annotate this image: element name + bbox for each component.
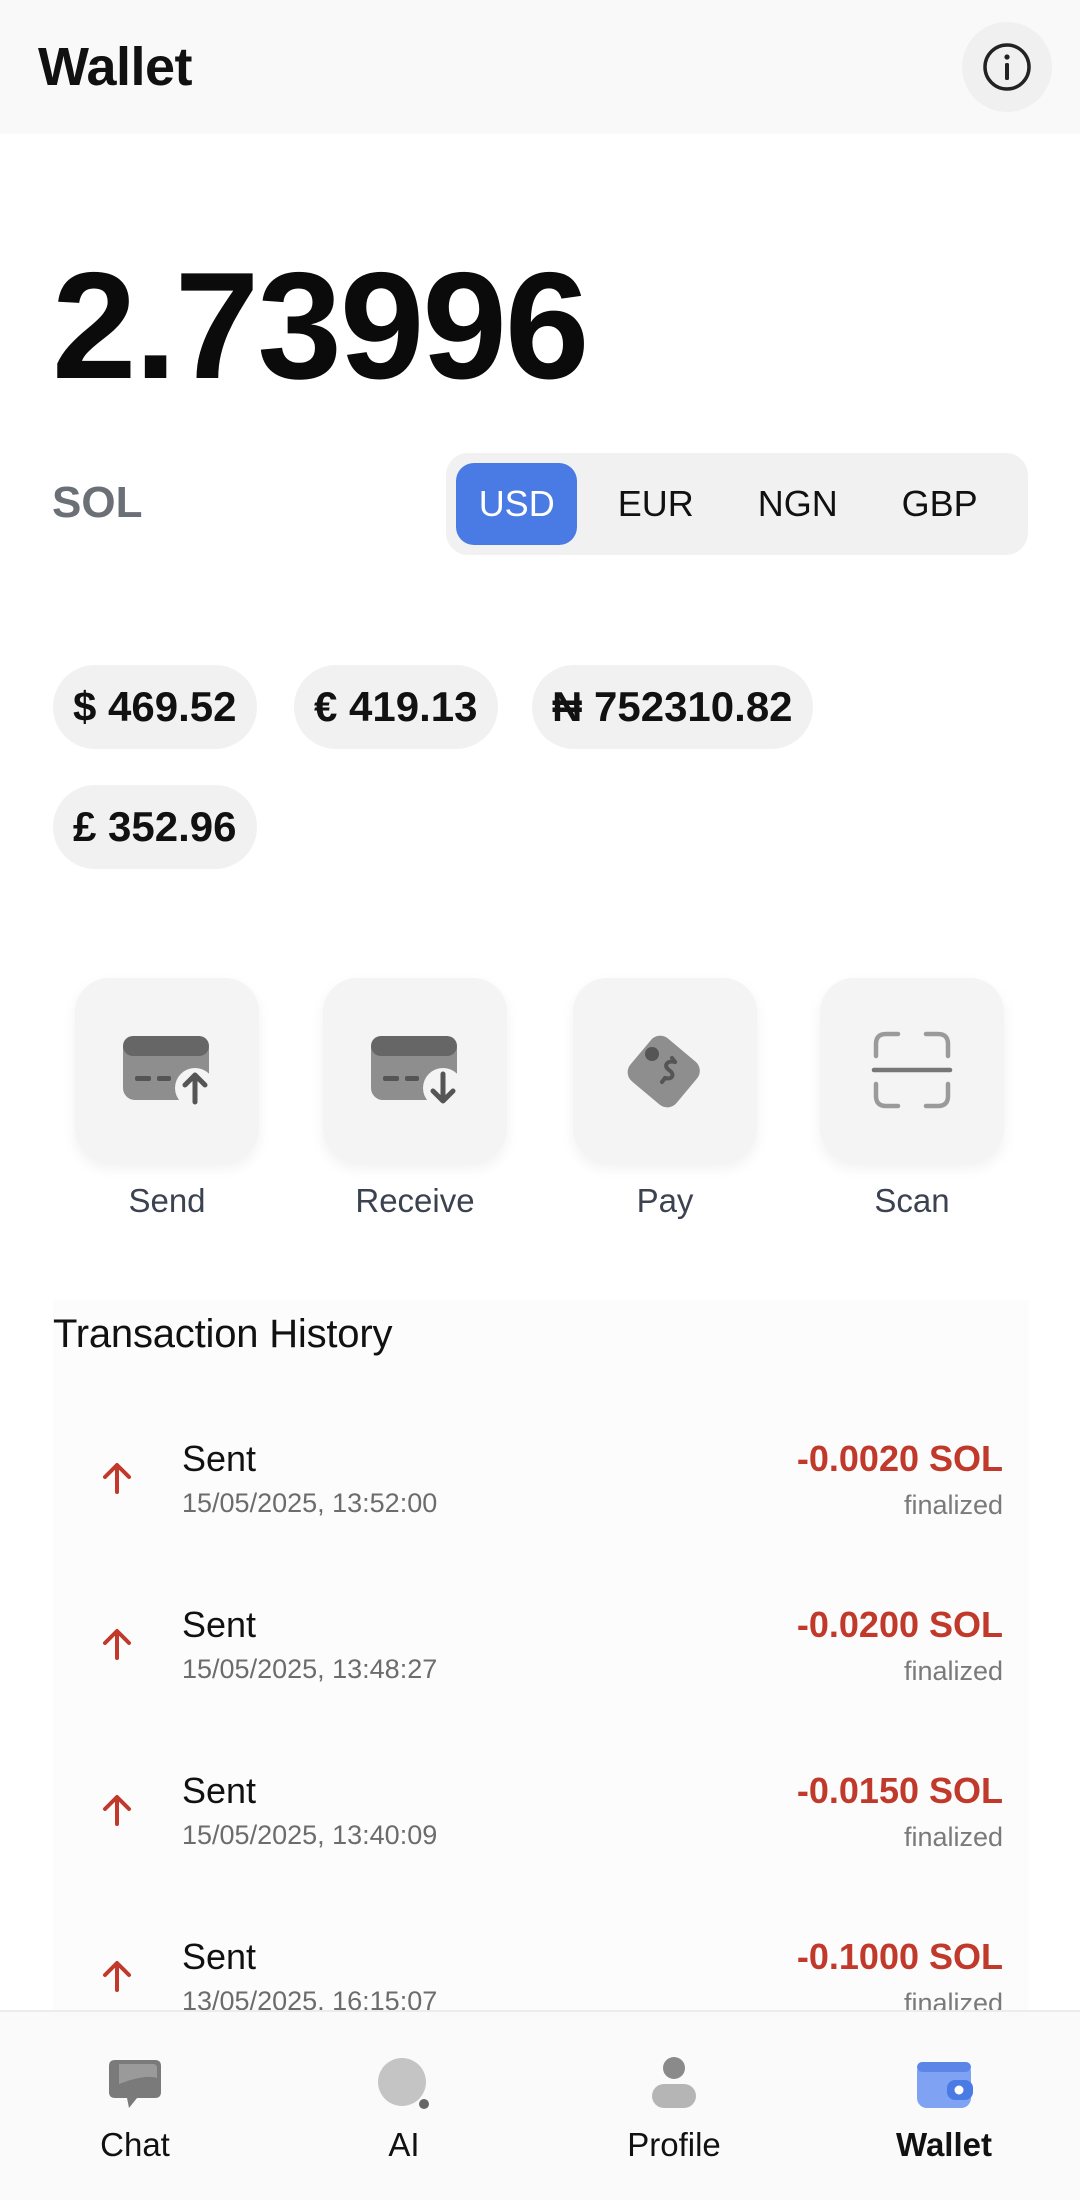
- info-circle-icon: [983, 43, 1031, 91]
- receive-label: Receive: [355, 1182, 475, 1219]
- bottom-nav: Chat AI Profile Wallet: [0, 2010, 1080, 2200]
- arrow-up-icon: [103, 1629, 131, 1660]
- scan-label: Scan: [874, 1182, 950, 1219]
- transaction-history-title: Transaction History: [53, 1312, 393, 1356]
- send-button-box[interactable]: [75, 978, 259, 1162]
- chat-bubble-icon: [109, 2060, 161, 2108]
- transaction-date: 15/05/2025, 13:48:27: [182, 1654, 438, 1684]
- arrow-up-icon: [103, 1463, 131, 1494]
- balance-amount: 2.73996: [52, 241, 589, 411]
- send-label: Send: [128, 1182, 206, 1219]
- pay-button[interactable]: Pay: [573, 978, 757, 1220]
- transaction-type: Sent: [182, 1604, 257, 1645]
- arrow-up-icon: [103, 1795, 131, 1826]
- transaction-date: 15/05/2025, 13:40:09: [182, 1820, 438, 1850]
- tab-ngn[interactable]: NGN: [734, 463, 861, 545]
- nav-chat-icon-wrap: [35, 2052, 235, 2116]
- nav-chat-label: Chat: [100, 2126, 170, 2163]
- nav-ai-label: AI: [388, 2126, 420, 2163]
- person-icon: [652, 2057, 696, 2108]
- tab-eur[interactable]: EUR: [577, 463, 734, 545]
- tab-gbp[interactable]: GBP: [861, 463, 1018, 545]
- page-title: Wallet: [38, 37, 193, 97]
- transaction-date: 13/05/2025, 16:15:07: [182, 1986, 438, 2012]
- arrow-up-icon: [103, 1961, 131, 1992]
- receive-button-box[interactable]: [323, 978, 507, 1162]
- transaction-amount: -0.0150 SOL: [796, 1770, 1003, 1811]
- transaction-amount: -0.0200 SOL: [796, 1604, 1003, 1645]
- wallet-screen: Wallet 2.73996 SOL USD EUR NGN GBP $ 469…: [0, 0, 1080, 2200]
- nav-chat[interactable]: Chat: [35, 2052, 235, 2164]
- nav-wallet-icon-wrap: [844, 2052, 1044, 2116]
- transaction-type: Sent: [182, 1936, 257, 1977]
- nav-profile-icon-wrap: [574, 2052, 774, 2116]
- nav-profile[interactable]: Profile: [574, 2052, 774, 2164]
- transaction-status: finalized: [903, 1988, 1003, 2012]
- transaction-amount: -0.0020 SOL: [796, 1438, 1003, 1479]
- transaction-status: finalized: [903, 1490, 1003, 1520]
- send-button[interactable]: Send: [75, 978, 259, 1220]
- value-eur: € 419.13: [294, 665, 498, 749]
- value-gbp: £ 352.96: [53, 785, 257, 869]
- transaction-amount: -0.1000 SOL: [796, 1936, 1003, 1977]
- card-send-icon: [123, 1036, 215, 1108]
- transaction-status: finalized: [903, 1656, 1003, 1686]
- transaction-type: Sent: [182, 1770, 257, 1811]
- nav-wallet-label: Wallet: [896, 2126, 992, 2163]
- transaction-row[interactable]: Sent 15/05/2025, 13:52:00 -0.0020 SOL fi…: [53, 1438, 1029, 1558]
- transaction-row[interactable]: Sent 15/05/2025, 13:48:27 -0.0200 SOL fi…: [53, 1604, 1029, 1724]
- nav-ai-icon-wrap: [304, 2052, 504, 2116]
- scan-button[interactable]: Scan: [820, 978, 1004, 1220]
- wallet-icon: [917, 2062, 973, 2108]
- nav-wallet[interactable]: Wallet: [844, 2052, 1044, 2164]
- app-header: Wallet: [0, 0, 1080, 134]
- balance-unit: SOL: [52, 478, 143, 527]
- pay-label: Pay: [636, 1182, 694, 1219]
- transaction-row[interactable]: Sent 15/05/2025, 13:40:09 -0.0150 SOL fi…: [53, 1770, 1029, 1890]
- quick-actions: Send Receive Pay Scan: [0, 978, 1080, 1228]
- card-receive-icon: [371, 1036, 463, 1108]
- nav-ai[interactable]: AI: [304, 2052, 504, 2164]
- ai-orb-icon: [378, 2058, 429, 2109]
- value-ngn: ₦ 752310.82: [532, 665, 813, 749]
- receive-button[interactable]: Receive: [323, 978, 507, 1220]
- currency-selector: USD EUR NGN GBP: [446, 453, 1028, 555]
- transaction-type: Sent: [182, 1438, 257, 1479]
- info-button[interactable]: [962, 22, 1052, 112]
- nav-profile-label: Profile: [627, 2126, 721, 2163]
- transaction-row[interactable]: Sent 13/05/2025, 16:15:07 -0.1000 SOL fi…: [53, 1936, 1029, 2012]
- transaction-status: finalized: [903, 1822, 1003, 1852]
- tab-usd[interactable]: USD: [456, 463, 578, 545]
- transaction-date: 15/05/2025, 13:52:00: [182, 1488, 438, 1518]
- scan-frame-icon: [871, 1031, 953, 1109]
- transaction-history: Transaction History Sent 15/05/2025, 13:…: [53, 1300, 1029, 2012]
- value-usd: $ 469.52: [53, 665, 257, 749]
- price-tag-icon: [627, 1035, 700, 1108]
- scan-button-box[interactable]: [820, 978, 1004, 1162]
- pay-button-box[interactable]: [573, 978, 757, 1162]
